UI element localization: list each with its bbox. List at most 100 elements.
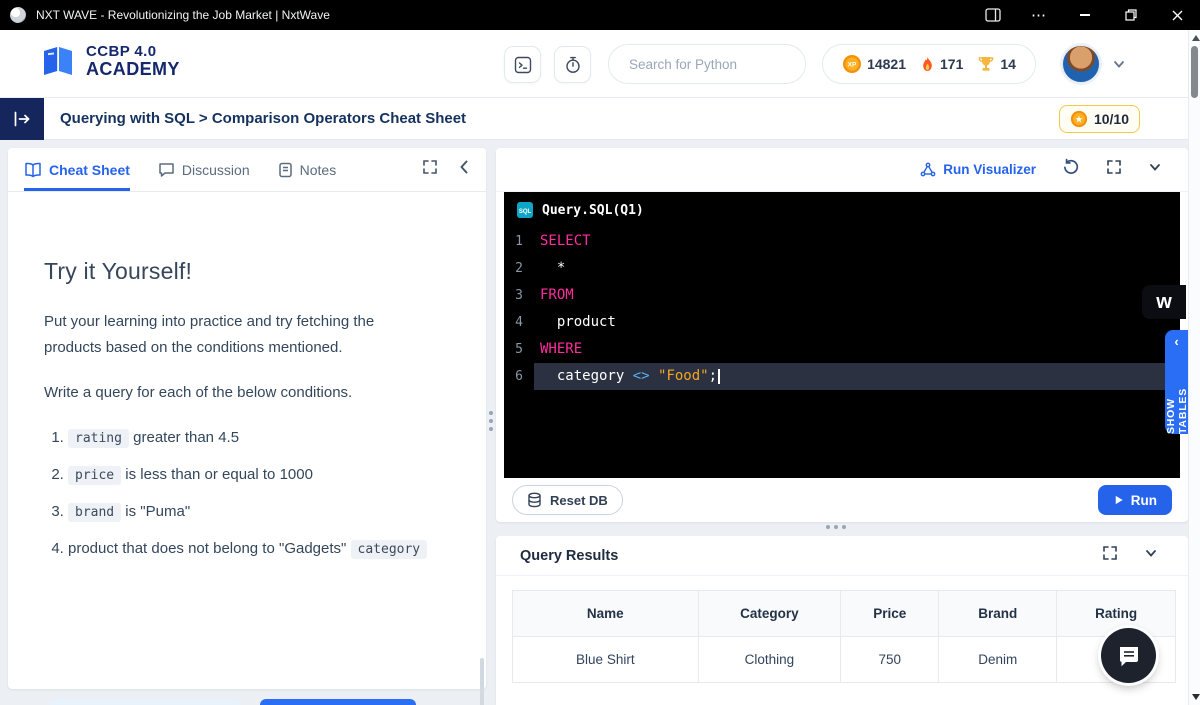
- tab-cheat-sheet[interactable]: Cheat Sheet: [24, 148, 130, 191]
- marked-complete-button[interactable]: ✓ MARKED AS COMPLETE: [50, 699, 240, 705]
- table-cell: Denim: [938, 636, 1058, 683]
- vertical-splitter-handle[interactable]: [489, 411, 493, 431]
- reset-code-icon[interactable]: [1062, 158, 1080, 181]
- search-input[interactable]: [629, 56, 806, 72]
- inline-code: brand: [68, 502, 122, 522]
- code-line[interactable]: 3 FROM: [504, 282, 1180, 309]
- svg-text:SQL: SQL: [519, 209, 532, 215]
- reset-db-button[interactable]: Reset DB: [512, 485, 623, 515]
- trophy-icon: [979, 57, 994, 71]
- show-tables-label: SHOW TABLES: [1164, 387, 1189, 434]
- ccbp-logo-icon: [44, 47, 72, 76]
- fire-icon: [923, 56, 932, 71]
- results-header-row: Name Category Price Brand Rating: [512, 590, 1176, 637]
- tab-notes[interactable]: Notes: [278, 148, 336, 191]
- results-table: Name Category Price Brand Rating Blue Shirt C…: [512, 590, 1176, 683]
- code-line[interactable]: 2 *: [504, 255, 1180, 282]
- inline-code: rating: [68, 428, 129, 448]
- page-scrollbar[interactable]: [1188, 30, 1200, 705]
- code-line[interactable]: 5 WHERE: [504, 336, 1180, 363]
- editor-collapse-chevron-icon[interactable]: [1148, 160, 1162, 179]
- inline-code: category: [350, 539, 428, 559]
- xp-value: 14821: [867, 56, 906, 72]
- editor-file-label: Query.SQL(Q1): [542, 202, 644, 218]
- line-number: 2: [515, 261, 523, 276]
- visualizer-icon: [920, 162, 936, 176]
- sidebar-toggle-button[interactable]: [0, 98, 44, 140]
- svg-text:★: ★: [1074, 115, 1083, 124]
- tab-label: Cheat Sheet: [49, 161, 130, 178]
- collapse-panel-icon[interactable]: [458, 159, 470, 180]
- tab-discussion[interactable]: Discussion: [158, 148, 250, 191]
- window-titlebar: NXT WAVE - Revolutionizing the Job Marke…: [0, 0, 1200, 30]
- scroll-down-arrow-icon[interactable]: [1191, 694, 1200, 700]
- run-visualizer-label: Run Visualizer: [943, 162, 1036, 177]
- xp-stat: XP 14821: [842, 54, 906, 74]
- editor-file-header: SQL Query.SQL(Q1): [504, 192, 1180, 228]
- avatar[interactable]: [1062, 45, 1100, 83]
- chat-fab-button[interactable]: [1101, 628, 1156, 683]
- code-line[interactable]: 6 category <> "Food";: [504, 363, 1180, 390]
- restore-button[interactable]: [1108, 0, 1154, 30]
- tab-label: Discussion: [181, 161, 250, 178]
- watermark-letter: w: [1156, 290, 1172, 313]
- site-favicon: [10, 7, 26, 23]
- line-number: 6: [515, 369, 523, 384]
- results-header: Query Results: [496, 536, 1188, 576]
- profile-chevron-down-icon[interactable]: [1112, 57, 1126, 76]
- scroll-up-arrow-icon[interactable]: [1191, 35, 1200, 41]
- editor-actions: Reset DB Run: [496, 478, 1188, 522]
- results-fullscreen-icon[interactable]: [1102, 545, 1118, 566]
- run-button[interactable]: Run: [1097, 485, 1172, 515]
- proceed-next-button[interactable]: PROCEED TO NEXT ›: [259, 699, 416, 705]
- run-visualizer-button[interactable]: Run Visualizer: [920, 162, 1036, 178]
- intro-paragraph: Put your learning into practice and try …: [44, 313, 375, 357]
- notes-icon: [278, 162, 292, 177]
- app-header: CCBP 4.0 ACADEMY XP 14821 171 14: [0, 30, 1188, 98]
- minimize-button[interactable]: [1062, 0, 1108, 30]
- browser-menu-icon[interactable]: ⋯: [1016, 0, 1062, 30]
- search-bar[interactable]: [608, 44, 806, 84]
- score-badge: ★ 10/10: [1058, 105, 1140, 133]
- timer-button[interactable]: [554, 46, 591, 83]
- editor-fullscreen-icon[interactable]: [1106, 159, 1122, 180]
- sql-code-editor[interactable]: SQL Query.SQL(Q1) 1 SELECT 2 * 3 FROM 4 produ…: [504, 192, 1180, 478]
- close-button[interactable]: [1154, 0, 1200, 30]
- brand-text: CCBP 4.0 ACADEMY: [86, 43, 180, 79]
- code-lines: 1 SELECT 2 * 3 FROM 4 product 5 WHERE 6 category…: [504, 228, 1180, 390]
- stats-pill[interactable]: XP 14821 171 14: [822, 44, 1036, 84]
- awards-stat: 14: [977, 55, 1016, 73]
- table-row: Blue ShirtClothing750Denim3.9: [512, 636, 1176, 683]
- stopwatch-icon: [565, 56, 580, 73]
- breadcrumb-bar: Querying with SQL > Comparison Operators…: [0, 98, 1188, 140]
- results-collapse-chevron-icon[interactable]: [1144, 546, 1158, 565]
- code-practice-button[interactable]: [504, 46, 541, 83]
- subtitle-paragraph: Write a query for each of the below cond…: [44, 383, 353, 401]
- table-cell: Clothing: [697, 636, 842, 683]
- code-line[interactable]: 1 SELECT: [504, 228, 1180, 255]
- play-icon: [1115, 495, 1123, 505]
- brand-logo[interactable]: CCBP 4.0 ACADEMY: [40, 44, 180, 79]
- show-tables-tab[interactable]: ‹ SHOW TABLES: [1164, 330, 1189, 434]
- scrollbar-thumb[interactable]: [1191, 46, 1198, 98]
- awards-value: 14: [1000, 56, 1016, 72]
- run-label: Run: [1130, 492, 1157, 508]
- text-cursor: [718, 368, 720, 384]
- horizontal-splitter-handle[interactable]: [826, 525, 846, 529]
- streak-value: 171: [940, 56, 964, 72]
- book-icon: [25, 162, 41, 177]
- line-number: 5: [515, 342, 523, 357]
- line-number: 1: [515, 234, 523, 249]
- sql-file-icon: SQL: [517, 202, 533, 218]
- panel-scrollbar-thumb[interactable]: [480, 658, 484, 705]
- inline-code: price: [68, 465, 122, 485]
- browser-sidebar-icon[interactable]: [970, 0, 1016, 30]
- code-line[interactable]: 4 product: [504, 309, 1180, 336]
- condition-item: product that does not belong to "Gadgets…: [68, 535, 429, 563]
- line-number: 4: [515, 315, 523, 330]
- window-title: NXT WAVE - Revolutionizing the Job Marke…: [36, 8, 330, 22]
- fullscreen-icon[interactable]: [422, 159, 438, 180]
- condition-item: brand is "Puma": [68, 498, 429, 526]
- svg-text:XP: XP: [848, 62, 857, 69]
- database-icon: [528, 492, 541, 508]
